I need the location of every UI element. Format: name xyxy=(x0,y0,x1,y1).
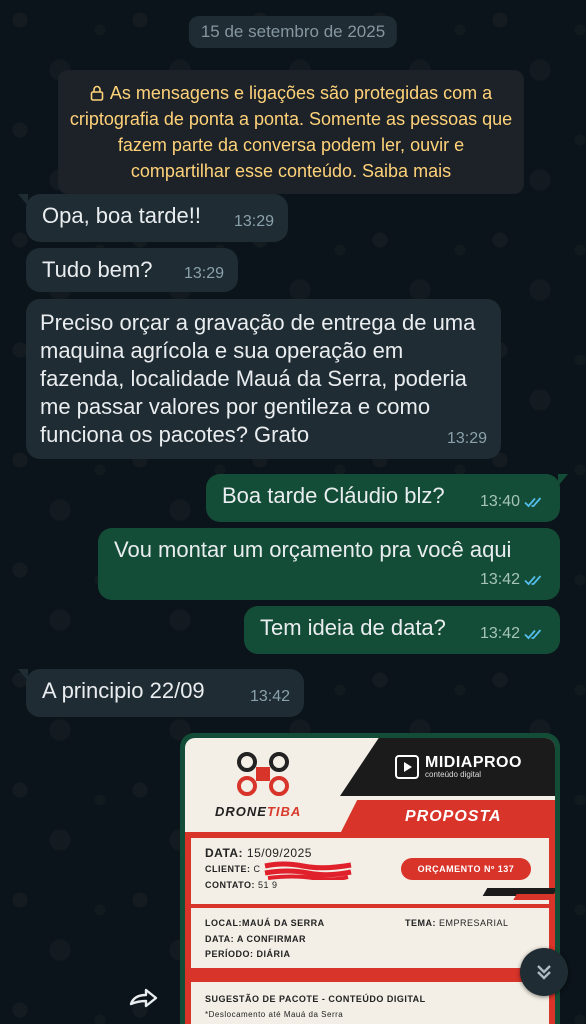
message-time: 13:29 xyxy=(233,213,274,230)
tema-field: TEMA: EMPRESARIAL xyxy=(405,918,509,928)
message-bubble-incoming[interactable]: Opa, boa tarde!! 13:29 xyxy=(18,194,288,242)
data-label: DATA: xyxy=(205,846,244,860)
brand-part-2: TIBA xyxy=(266,804,302,819)
message-text: Vou montar um orçamento pra você aqui xyxy=(114,537,512,562)
data2-value: A CONFIRMAR xyxy=(236,934,307,944)
local-value: MAUÁ DA SERRA xyxy=(242,918,325,928)
data2-label: DATA: xyxy=(205,934,235,944)
scroll-to-bottom-button[interactable] xyxy=(520,948,568,996)
contato-value: 51 9 xyxy=(258,880,278,890)
proposta-heading: PROPOSTA xyxy=(405,808,502,825)
message-time: 13:42 xyxy=(249,688,290,705)
message-text: A principio 22/09 xyxy=(42,678,205,703)
red-frame-left xyxy=(185,832,191,1024)
local-label: LOCAL: xyxy=(205,918,242,928)
red-frame-top xyxy=(185,832,555,838)
local-field: LOCAL:MAUÁ DA SERRA xyxy=(205,918,325,928)
message-text: Tem ideia de data? xyxy=(260,615,446,640)
midiaproo-brand: MIDIAPROO conteúdo digital xyxy=(395,754,522,779)
message-time: 13:42 xyxy=(479,625,520,642)
data-field: DATA: 15/09/2025 xyxy=(205,846,312,860)
message-meta: 13:42 xyxy=(480,620,546,648)
message-time: 13:42 xyxy=(479,571,520,588)
message-time: 13:29 xyxy=(183,265,224,282)
cliente-field: CLIENTE: C xyxy=(205,864,261,874)
periodo-value: DIÁRIA xyxy=(256,949,291,959)
tema-value: EMPRESARIAL xyxy=(439,918,509,928)
message-bubble-incoming[interactable]: Tudo bem? 13:29 xyxy=(26,248,238,292)
deslocamento-note: *Deslocamento até Mauá da Serra xyxy=(205,1010,344,1019)
sugestao-heading: SUGESTÃO DE PACOTE - CONTEÚDO DIGITAL xyxy=(205,994,426,1004)
message-time: 13:40 xyxy=(479,493,520,510)
orcamento-badge: ORÇAMENTO Nº 137 xyxy=(401,858,531,880)
message-time: 13:29 xyxy=(446,430,487,447)
tema-label: TEMA: xyxy=(405,918,436,928)
date-separator: 15 de setembro de 2025 xyxy=(188,16,398,48)
proposal-document-preview: DRONETIBA MIDIAPROO conteúdo digital PRO… xyxy=(185,738,555,1024)
play-logo-icon xyxy=(395,754,419,779)
message-meta: 13:40 xyxy=(480,488,546,516)
contato-field: CONTATO: 51 9 xyxy=(205,880,278,890)
message-text: Preciso orçar a gravação de entrega de u… xyxy=(40,310,476,447)
message-bubble-incoming[interactable]: A principio 22/09 13:42 xyxy=(18,669,304,717)
lock-icon xyxy=(90,85,104,101)
contato-label: CONTATO: xyxy=(205,880,255,890)
forward-icon xyxy=(129,988,158,1008)
dronetiba-brand: DRONETIBA xyxy=(215,804,301,819)
decor-stripe-red xyxy=(513,894,555,900)
chevrons-down-icon xyxy=(537,965,551,980)
encryption-notice[interactable]: As mensagens e ligações são protegidas c… xyxy=(58,70,524,194)
message-bubble-outgoing[interactable]: Tem ideia de data? 13:42 xyxy=(244,606,560,654)
encryption-text: As mensagens e ligações são protegidas c… xyxy=(69,83,513,181)
message-bubble-outgoing[interactable]: Vou montar um orçamento pra você aqui 13… xyxy=(98,528,560,600)
redaction-scribble xyxy=(264,861,352,880)
message-text: Tudo bem? xyxy=(42,257,153,282)
message-bubble-outgoing[interactable]: Boa tarde Cláudio blz? 13:40 xyxy=(206,474,568,522)
section-divider-thick xyxy=(191,968,549,982)
forward-button[interactable] xyxy=(122,978,166,1018)
drone-logo-icon xyxy=(237,752,289,796)
message-text: Opa, boa tarde!! xyxy=(42,203,201,228)
double-check-icon xyxy=(524,575,542,586)
double-check-icon xyxy=(524,629,542,640)
brand-part-1: DRONE xyxy=(215,804,267,819)
cliente-value: C xyxy=(253,864,261,874)
double-check-icon xyxy=(524,497,542,508)
data-value: 15/09/2025 xyxy=(246,846,312,860)
message-meta: 13:42 xyxy=(480,566,546,594)
periodo-label: PERÍODO: xyxy=(205,949,254,959)
section-divider xyxy=(191,904,549,908)
periodo-field: PERÍODO: DIÁRIA xyxy=(205,949,291,959)
data2-field: DATA: A CONFIRMAR xyxy=(205,934,306,944)
message-text: Boa tarde Cláudio blz? xyxy=(222,483,445,508)
cliente-label: CLIENTE: xyxy=(205,864,251,874)
image-message[interactable]: DRONETIBA MIDIAPROO conteúdo digital PRO… xyxy=(180,733,560,1024)
message-bubble-incoming[interactable]: Preciso orçar a gravação de entrega de u… xyxy=(26,299,501,459)
